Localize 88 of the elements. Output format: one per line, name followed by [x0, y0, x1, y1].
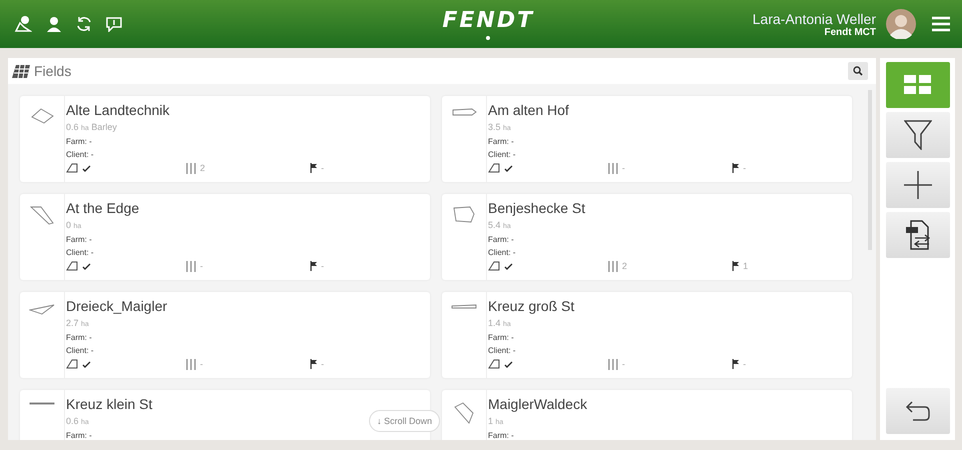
farm-line: Farm: - [488, 234, 514, 246]
client-line: Client: - [488, 247, 516, 259]
field-name: Dreieck_Maigler [66, 298, 168, 314]
client-line: Client: - [488, 149, 516, 161]
farm-line: Farm: - [488, 332, 514, 344]
flag-icon [310, 163, 317, 173]
farm-line: Farm: - [66, 234, 92, 246]
brand-logo: FENDT [442, 8, 534, 33]
flag-icon [732, 163, 739, 173]
field-outline-icon [454, 402, 474, 424]
client-line: Client: - [66, 247, 94, 259]
check-icon [504, 360, 513, 368]
farm-line: Farm: - [488, 430, 514, 440]
page-indicator-dot [486, 36, 490, 40]
boundary-icon [66, 359, 78, 369]
filter-button[interactable] [886, 112, 950, 158]
farm-line: Farm: - [66, 430, 92, 440]
import-button[interactable] [886, 212, 950, 258]
field-outline-icon [29, 304, 55, 315]
menu-icon[interactable] [932, 16, 950, 32]
tracks-icon [186, 358, 196, 370]
field-name: Kreuz groß St [488, 298, 574, 314]
tracks-count: - [200, 261, 203, 271]
field-outline-icon [30, 206, 54, 225]
flag-icon [310, 261, 317, 271]
flag-icon [732, 359, 739, 369]
check-icon [504, 262, 513, 270]
tracks-icon [608, 260, 618, 272]
user-name: Lara-Antonia Weller [752, 10, 876, 26]
field-name: Kreuz klein St [66, 396, 152, 412]
user-icon[interactable] [46, 16, 62, 32]
flags-count: 1 [743, 261, 748, 271]
field-outline-icon [453, 206, 475, 223]
panel-title: Fields [34, 63, 72, 79]
tracks-icon [608, 358, 618, 370]
check-icon [82, 360, 91, 368]
tracks-count: 2 [622, 261, 628, 271]
boundary-icon [66, 261, 78, 271]
boundary-icon [488, 163, 500, 173]
organization-name: Fendt MCT [824, 26, 876, 38]
field-name: At the Edge [66, 200, 140, 216]
farm-line: Farm: - [66, 332, 92, 344]
tracks-count: - [200, 359, 203, 369]
file-transfer-icon [904, 220, 930, 250]
boundary-icon [66, 163, 78, 173]
boundary-icon [488, 359, 500, 369]
tracks-icon [186, 162, 196, 174]
avatar-icon[interactable] [886, 9, 916, 39]
field-outline-icon [29, 402, 55, 405]
check-icon [82, 164, 91, 172]
field-name: Alte Landtechnik [66, 102, 170, 118]
client-line: Client: - [66, 149, 94, 161]
flag-icon [310, 359, 317, 369]
farm-line: Farm: - [66, 136, 92, 148]
flag-icon [732, 261, 739, 271]
field-name: MaiglerWaldeck [488, 396, 588, 412]
check-icon [504, 164, 513, 172]
tracks-count: 2 [200, 163, 206, 173]
field-outline-icon [452, 108, 476, 116]
grid-view-icon [904, 75, 932, 95]
tracks-icon [186, 260, 196, 272]
tracks-count: - [622, 359, 625, 369]
client-line: Client: - [488, 345, 516, 357]
client-line: Client: - [66, 345, 94, 357]
search-button[interactable] [848, 62, 868, 80]
plus-icon [904, 171, 932, 199]
field-name: Benjeshecke St [488, 200, 586, 216]
tracks-count: - [622, 163, 625, 173]
farm-line: Farm: - [488, 136, 514, 148]
field-name: Am alten Hof [488, 102, 569, 118]
flags-count: - [743, 163, 746, 173]
fields-icon [12, 64, 30, 78]
filter-icon [904, 120, 932, 150]
flags-count: - [321, 359, 324, 369]
boundary-icon [488, 261, 500, 271]
message-icon[interactable] [106, 16, 122, 32]
flags-count: - [321, 261, 324, 271]
field-outline-icon [451, 304, 477, 309]
sync-icon[interactable] [76, 16, 92, 32]
flags-count: - [743, 359, 746, 369]
field-outline-icon [30, 108, 54, 124]
tracks-icon [608, 162, 618, 174]
back-button[interactable] [886, 388, 950, 434]
return-icon [904, 400, 930, 422]
check-icon [82, 262, 91, 270]
search-icon [853, 66, 863, 76]
scroll-down-button[interactable]: ↓ Scroll Down [369, 410, 440, 432]
flags-count: - [321, 163, 324, 173]
